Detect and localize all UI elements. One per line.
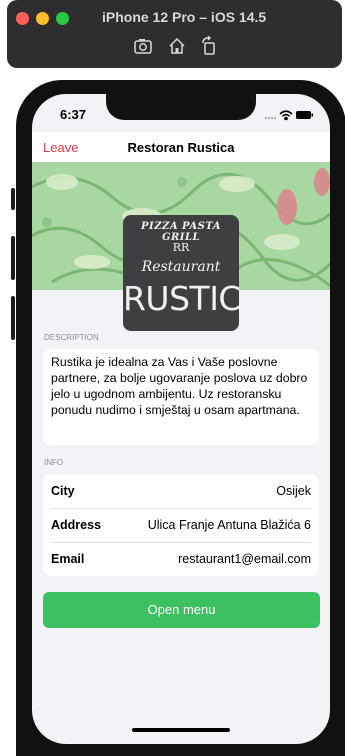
open-menu-button[interactable]: Open menu [43, 592, 320, 628]
wifi-icon [279, 110, 293, 121]
info-row-email: Email restaurant1@email.com [51, 542, 311, 576]
page-title: Restoran Rustica [127, 140, 235, 155]
notch [106, 94, 256, 120]
description-text: Rustika je idealna za Vas i Vaše poslovn… [51, 355, 308, 417]
description-section-label: DESCRIPTION [44, 333, 99, 342]
info-label: Address [51, 518, 102, 532]
info-value: Osijek [276, 484, 311, 498]
info-section-label: INFO [44, 458, 64, 467]
status-time: 6:37 [60, 107, 87, 122]
info-label: Email [51, 552, 85, 566]
battery-icon [296, 111, 313, 119]
logo-main-text: RUSTICA [123, 279, 239, 318]
info-value: restaurant1@email.com [178, 552, 311, 566]
info-card: City Osijek Address Ulica Franje Antuna … [43, 474, 319, 576]
screenshot-icon[interactable] [133, 36, 153, 56]
navigation-bar: Leave Restoran Rustica [32, 132, 330, 162]
signal-icon [265, 117, 276, 119]
simulator-title: iPhone 12 Pro – iOS 14.5 [102, 9, 267, 25]
volume-up-button [11, 236, 15, 280]
logo-script-text: Restaurant [141, 259, 221, 275]
restaurant-logo: PIZZA PASTA GRILL RR Restaurant RUSTICA [123, 215, 239, 331]
rotate-icon[interactable] [199, 35, 219, 56]
info-row-city: City Osijek [51, 474, 311, 509]
zoom-window-button[interactable] [56, 12, 69, 25]
home-icon[interactable] [167, 36, 187, 56]
logo-monogram: RR [172, 241, 190, 254]
home-indicator [132, 728, 230, 732]
device-screen: 6:37 Leave Restoran Rustica PIZZA PASTA … [32, 94, 330, 744]
mute-switch [11, 188, 15, 210]
simulator-titlebar: iPhone 12 Pro – iOS 14.5 [7, 0, 342, 68]
description-card: Rustika je idealna za Vas i Vaše poslovn… [43, 349, 319, 445]
info-label: City [51, 484, 75, 498]
close-window-button[interactable] [16, 12, 29, 25]
minimize-window-button[interactable] [36, 12, 49, 25]
volume-down-button [11, 296, 15, 340]
logo-top-text: PIZZA PASTA GRILL [141, 221, 221, 243]
info-value: Ulica Franje Antuna Blažića 6 [147, 518, 311, 532]
status-icons [264, 108, 314, 121]
info-row-address: Address Ulica Franje Antuna Blažića 6 [51, 508, 311, 543]
